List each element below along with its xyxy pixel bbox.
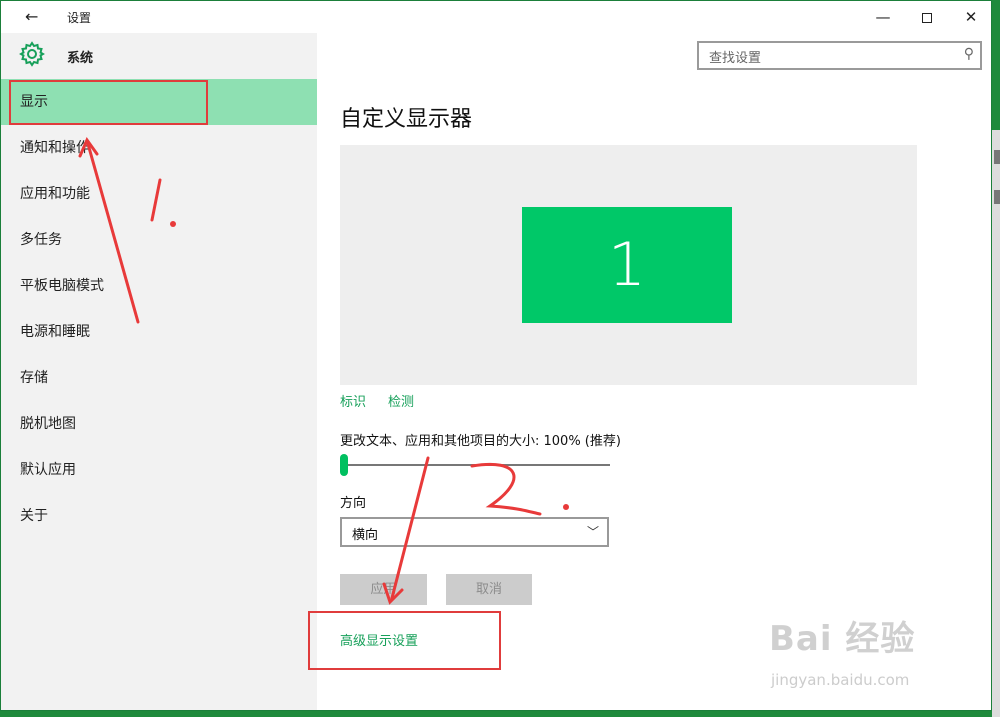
cancel-button[interactable]: 取消 — [446, 574, 532, 605]
watermark-logo: Bai 经验 — [769, 619, 916, 659]
orientation-select[interactable]: 横向 ﹀ — [340, 517, 609, 547]
sidebar: 系统 显示 通知和操作 应用和功能 多任务 平板电脑模式 电源和睡眠 存储 脱机… — [1, 33, 317, 710]
search-input[interactable]: 查找设置 ⚲ — [697, 41, 982, 70]
baidu-watermark: Bai 经验 jingyan.baidu.com — [769, 611, 959, 701]
monitor-arrangement: 1 — [340, 145, 917, 385]
scale-label: 更改文本、应用和其他项目的大小: 100% (推荐) — [340, 434, 621, 449]
sidebar-item-default-apps[interactable]: 默认应用 — [1, 447, 317, 493]
title-bar: ← 设置 — ✕ — [1, 1, 991, 33]
chevron-down-icon: ﹀ — [586, 525, 599, 539]
background-window-edge — [992, 130, 1000, 717]
back-arrow-icon[interactable]: ← — [25, 7, 38, 26]
sidebar-item-apps-features[interactable]: 应用和功能 — [1, 171, 317, 217]
gear-icon — [19, 41, 45, 67]
sidebar-item-about[interactable]: 关于 — [1, 493, 317, 539]
search-icon[interactable]: ⚲ — [964, 46, 974, 62]
sidebar-item-storage[interactable]: 存储 — [1, 355, 317, 401]
settings-window: ← 设置 — ✕ 系统 显示 通知和操作 应用和功能 多任务 平板电脑模式 电源… — [0, 0, 992, 711]
sidebar-item-multitasking[interactable]: 多任务 — [1, 217, 317, 263]
apply-button[interactable]: 应用 — [340, 574, 427, 605]
sidebar-item-tablet-mode[interactable]: 平板电脑模式 — [1, 263, 317, 309]
search-placeholder: 查找设置 — [709, 51, 762, 66]
orientation-value: 横向 — [352, 528, 379, 543]
category-header: 系统 — [1, 33, 317, 77]
close-button[interactable]: ✕ — [951, 5, 991, 29]
watermark-url: jingyan.baidu.com — [771, 671, 910, 689]
page-title: 自定义显示器 — [340, 107, 473, 132]
maximize-button[interactable] — [907, 5, 947, 29]
sidebar-item-offline-maps[interactable]: 脱机地图 — [1, 401, 317, 447]
maximize-icon — [922, 12, 932, 23]
scale-slider-track[interactable] — [340, 464, 610, 466]
category-title: 系统 — [67, 51, 94, 66]
edge-mark — [994, 190, 1000, 204]
sidebar-item-power-sleep[interactable]: 电源和睡眠 — [1, 309, 317, 355]
annotation-box-advanced — [308, 611, 501, 670]
detect-link[interactable]: 检测 — [388, 391, 414, 410]
window-title: 设置 — [67, 11, 92, 25]
monitor-tile-1[interactable]: 1 — [522, 207, 732, 323]
minimize-button[interactable]: — — [863, 5, 903, 29]
edge-mark — [994, 150, 1000, 164]
scale-slider-thumb[interactable] — [340, 454, 348, 476]
sidebar-item-notifications[interactable]: 通知和操作 — [1, 125, 317, 171]
identify-link[interactable]: 标识 — [340, 391, 366, 410]
annotation-box-display — [9, 80, 208, 125]
orientation-label: 方向 — [340, 496, 367, 511]
